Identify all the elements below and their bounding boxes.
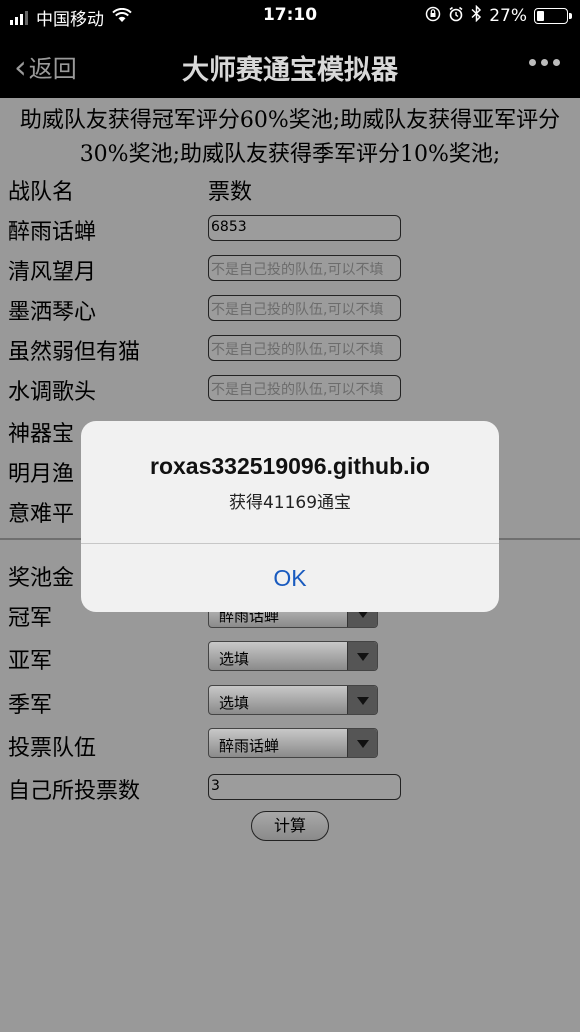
alert-message: 获得41169通宝 [228, 493, 352, 513]
alert-dialog: roxas332519096.github.io 获得41169通宝 OK [81, 421, 499, 612]
alert-title: roxas332519096.github.io [150, 453, 430, 479]
alert-ok-button[interactable]: OK [81, 544, 499, 612]
alert-overlay: roxas332519096.github.io 获得41169通宝 OK [0, 0, 580, 1032]
